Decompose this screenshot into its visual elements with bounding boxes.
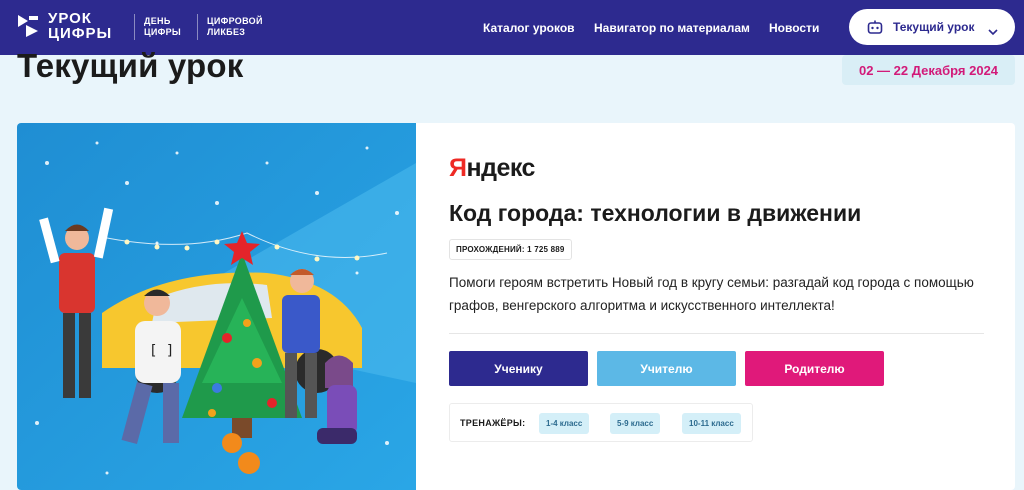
den-cifry-line-2: ЦИФРЫ (144, 27, 182, 37)
student-button[interactable]: Ученику (449, 351, 588, 386)
lesson-illustration: [ ] (17, 123, 416, 490)
parent-button[interactable]: Родителю (745, 351, 884, 386)
logo-mark-icon (16, 12, 40, 40)
nav-navigator[interactable]: Навигатор по материалам (594, 21, 750, 35)
likbez-line-2: ЛИКБЕЗ (207, 27, 246, 37)
logo-line-2: ЦИФРЫ (48, 25, 113, 42)
teacher-button[interactable]: Учителю (597, 351, 736, 386)
header-divider (134, 14, 135, 40)
trainers-panel: ТРЕНАЖЁРЫ: 1-4 класс 5-9 класс 10-11 кла… (449, 403, 753, 442)
svg-text:[ ]: [ ] (149, 343, 174, 359)
logo-text: УРОК ЦИФРЫ (48, 11, 112, 41)
lesson-description: Помоги героям встретить Новый год в круг… (449, 275, 974, 313)
trainer-chip-5-9[interactable]: 5-9 класс (610, 413, 661, 434)
brand-first-letter: Я (449, 154, 467, 182)
likbez-line-1: ЦИФРОВОЙ (207, 16, 263, 26)
logo-line-1: УРОК (48, 10, 92, 27)
current-lesson-label: Текущий урок (893, 20, 975, 34)
current-lesson-button[interactable]: Текущий урок (849, 9, 1015, 45)
robot-icon (867, 20, 883, 34)
chevron-down-icon (988, 23, 999, 36)
nav-news[interactable]: Новости (769, 21, 819, 35)
nav-catalog[interactable]: Каталог уроков (483, 21, 575, 35)
brand-rest: ндекс (466, 154, 535, 182)
lesson-content: Яндекс Код города: технологии в движении… (449, 123, 989, 490)
site-logo[interactable]: УРОК ЦИФРЫ (16, 11, 112, 41)
lesson-title: Код города: технологии в движении (449, 200, 862, 226)
den-cifry-line-1: ДЕНЬ (144, 16, 171, 26)
trainer-chip-10-11[interactable]: 10-11 класс (682, 413, 741, 434)
passes-badge: ПРОХОЖДЕНИЙ: 1 725 889 (449, 239, 572, 260)
trainers-label: ТРЕНАЖЁРЫ: (460, 418, 526, 428)
cifrovoy-likbez-link[interactable]: ЦИФРОВОЙ ЛИКБЕЗ (207, 16, 263, 38)
yandex-logo: Яндекс (449, 154, 535, 183)
date-range-badge: 02 — 22 Декабря 2024 (842, 55, 1015, 85)
content-divider (449, 333, 984, 334)
header-divider (197, 14, 198, 40)
den-cifry-link[interactable]: ДЕНЬ ЦИФРЫ (144, 16, 181, 38)
lesson-card: [ ] Яндекс Код города: технологии в движ… (17, 123, 1015, 490)
page-title: Текущий урок (17, 47, 244, 84)
trainer-chip-1-4[interactable]: 1-4 класс (539, 413, 590, 434)
